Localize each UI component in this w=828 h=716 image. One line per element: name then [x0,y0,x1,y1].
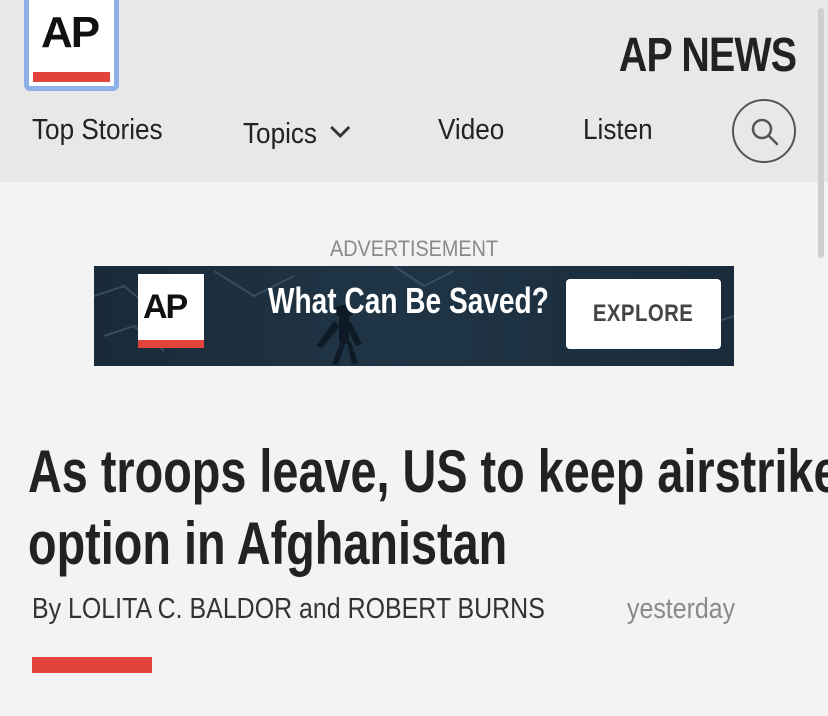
ad-banner[interactable]: AP What Can Be Saved? EXPLORE [94,266,734,366]
search-icon [751,118,779,146]
nav-video[interactable]: Video [438,114,504,147]
ad-ap-logo-red-bar [138,340,204,348]
ad-headline: What Can Be Saved? [268,280,549,321]
ad-ap-logo: AP [138,274,204,348]
scrollbar[interactable] [818,8,824,258]
brand-wordmark[interactable]: AP NEWS [619,28,797,83]
nav-top-stories[interactable]: Top Stories [32,114,163,147]
article-headline-line-1: As troops leave, US to keep airstrike [28,438,828,505]
advertisement-label: ADVERTISEMENT [330,236,498,261]
nav-listen[interactable]: Listen [583,114,653,147]
explore-button-label: EXPLORE [593,300,694,327]
site-header: AP AP NEWS Top Stories Topics Video List… [0,0,828,182]
ap-logo-red-bar [33,72,110,82]
article-headline: As troops leave, US to keep airstrike op… [28,436,828,580]
chevron-down-icon [330,114,352,147]
ap-logo: AP [33,1,110,82]
nav-topics[interactable]: Topics [243,114,351,151]
article-byline: By LOLITA C. BALDOR and ROBERT BURNS [32,593,545,625]
search-button[interactable] [732,99,796,163]
nav-topics-label: Topics [243,118,317,150]
ap-logo-link[interactable]: AP [24,0,119,91]
ad-ap-logo-text: AP [143,288,188,326]
ap-logo-text: AP [41,8,100,57]
explore-button[interactable]: EXPLORE [566,279,721,349]
accent-divider [32,657,152,673]
article-headline-line-2: option in Afghanistan [28,510,508,577]
article-timestamp: yesterday [627,593,736,625]
